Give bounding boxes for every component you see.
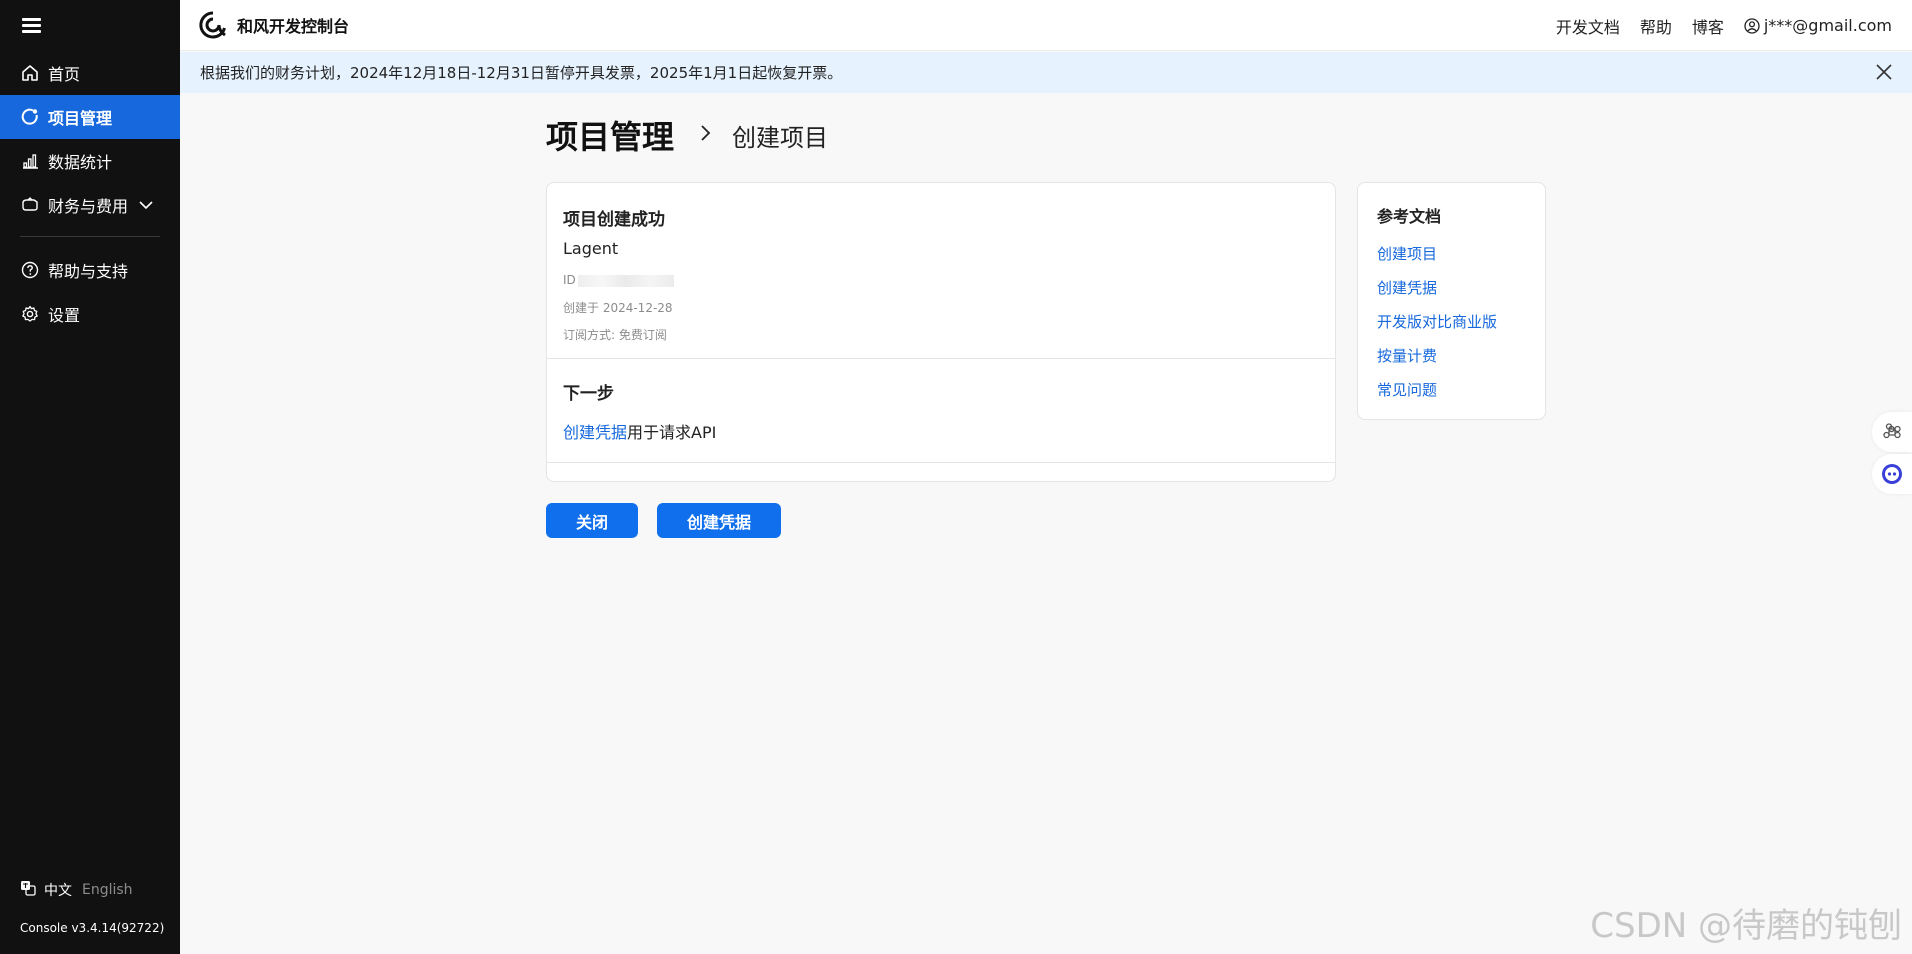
wallet-icon [20, 195, 40, 215]
sidebar-divider [20, 236, 160, 237]
sidebar-nav: 首页 项目管理 数据统计 财务与费用 帮助与支持 设置 [0, 51, 180, 336]
hamburger-menu-icon[interactable] [22, 16, 42, 34]
sidebar-item-statistics[interactable]: 数据统计 [0, 139, 180, 183]
project-name: Lagent [563, 239, 619, 258]
create-credential-button[interactable]: 创建凭据 [657, 503, 781, 538]
language-switcher: 中文 English [20, 880, 133, 900]
chevron-right-icon [700, 124, 712, 146]
ref-link-create-project[interactable]: 创建项目 [1377, 243, 1497, 277]
page-title[interactable]: 项目管理 [546, 112, 674, 158]
redacted-id [577, 274, 674, 287]
floating-toolbar [1872, 412, 1912, 494]
sidebar-item-label: 项目管理 [48, 109, 113, 128]
ref-link-dev-vs-business[interactable]: 开发版对比商业版 [1377, 311, 1497, 345]
sidebar-item-label: 帮助与支持 [48, 262, 129, 281]
chevron-down-icon[interactable] [138, 196, 154, 215]
ref-link-create-credential[interactable]: 创建凭据 [1377, 277, 1497, 311]
top-links: 开发文档 帮助 博客 j***@gmail.com [1536, 0, 1892, 51]
lang-chinese[interactable]: 中文 [44, 880, 72, 900]
top-bar: 和风开发控制台 开发文档 帮助 博客 j***@gmail.com [180, 0, 1912, 51]
success-title: 项目创建成功 [563, 210, 665, 230]
sidebar-item-label: 财务与费用 [48, 197, 129, 216]
breadcrumb: 项目管理 创建项目 [546, 112, 828, 158]
subscription-type: 订阅方式: 免费订阅 [563, 328, 667, 342]
next-step-desc: 用于请求API [627, 423, 717, 442]
gear-icon [20, 304, 40, 324]
close-icon[interactable] [1874, 62, 1894, 82]
project-id-label: ID [563, 273, 576, 287]
next-step-title: 下一步 [563, 384, 614, 404]
ref-link-faq[interactable]: 常见问题 [1377, 379, 1497, 413]
help-icon [20, 260, 40, 280]
reference-docs-panel: 参考文档 创建项目 创建凭据 开发版对比商业版 按量计费 常见问题 [1357, 182, 1546, 420]
brand[interactable]: 和风开发控制台 [199, 11, 349, 39]
sidebar: 首页 项目管理 数据统计 财务与费用 帮助与支持 设置 中文 English C… [0, 0, 180, 954]
user-email: j***@gmail.com [1763, 16, 1892, 35]
command-icon[interactable] [1872, 412, 1912, 452]
link-blog[interactable]: 博客 [1692, 14, 1724, 38]
project-id: ID [563, 273, 674, 287]
notice-banner: 根据我们的财务计划，2024年12月18日-12月31日暂停开具发票，2025年… [180, 52, 1912, 93]
link-help[interactable]: 帮助 [1640, 14, 1672, 38]
sidebar-item-finance[interactable]: 财务与费用 [0, 183, 180, 227]
home-icon [20, 63, 40, 83]
success-section: 项目创建成功 Lagent ID 创建于 2024-12-28 订阅方式: 免费… [547, 183, 1335, 359]
reference-title: 参考文档 [1377, 207, 1442, 226]
user-account[interactable]: j***@gmail.com [1744, 16, 1892, 35]
next-step-text: 创建凭据用于请求API [563, 419, 716, 443]
bar-chart-icon [20, 151, 40, 171]
translate-icon [20, 880, 36, 900]
brand-name: 和风开发控制台 [237, 17, 350, 36]
console-version: Console v3.4.14(92722) [20, 921, 165, 935]
notice-text: 根据我们的财务计划，2024年12月18日-12月31日暂停开具发票，2025年… [200, 64, 843, 82]
ref-link-pay-as-you-go[interactable]: 按量计费 [1377, 345, 1497, 379]
reference-links: 创建项目 创建凭据 开发版对比商业版 按量计费 常见问题 [1377, 243, 1497, 413]
created-date: 创建于 2024-12-28 [563, 301, 673, 315]
link-dev-docs[interactable]: 开发文档 [1556, 14, 1620, 38]
lang-english[interactable]: English [82, 882, 133, 898]
user-icon [1744, 17, 1760, 34]
next-step-section: 下一步 创建凭据用于请求API [547, 359, 1335, 463]
sidebar-item-project-management[interactable]: 项目管理 [0, 95, 180, 139]
project-icon [20, 107, 40, 127]
sidebar-item-home[interactable]: 首页 [0, 51, 180, 95]
sidebar-item-label: 数据统计 [48, 153, 113, 172]
sidebar-item-settings[interactable]: 设置 [0, 292, 180, 336]
sidebar-item-label: 首页 [48, 65, 81, 84]
sidebar-item-help[interactable]: 帮助与支持 [0, 248, 180, 292]
close-button[interactable]: 关闭 [546, 503, 638, 538]
assistant-bot-icon[interactable] [1872, 454, 1912, 494]
project-result-card: 项目创建成功 Lagent ID 创建于 2024-12-28 订阅方式: 免费… [546, 182, 1336, 482]
watermark: CSDN @待磨的钝刨 [1590, 906, 1902, 946]
page-subtitle: 创建项目 [732, 123, 829, 152]
brand-logo-icon [199, 11, 226, 39]
create-credential-link[interactable]: 创建凭据 [563, 423, 627, 442]
sidebar-item-label: 设置 [48, 306, 81, 325]
